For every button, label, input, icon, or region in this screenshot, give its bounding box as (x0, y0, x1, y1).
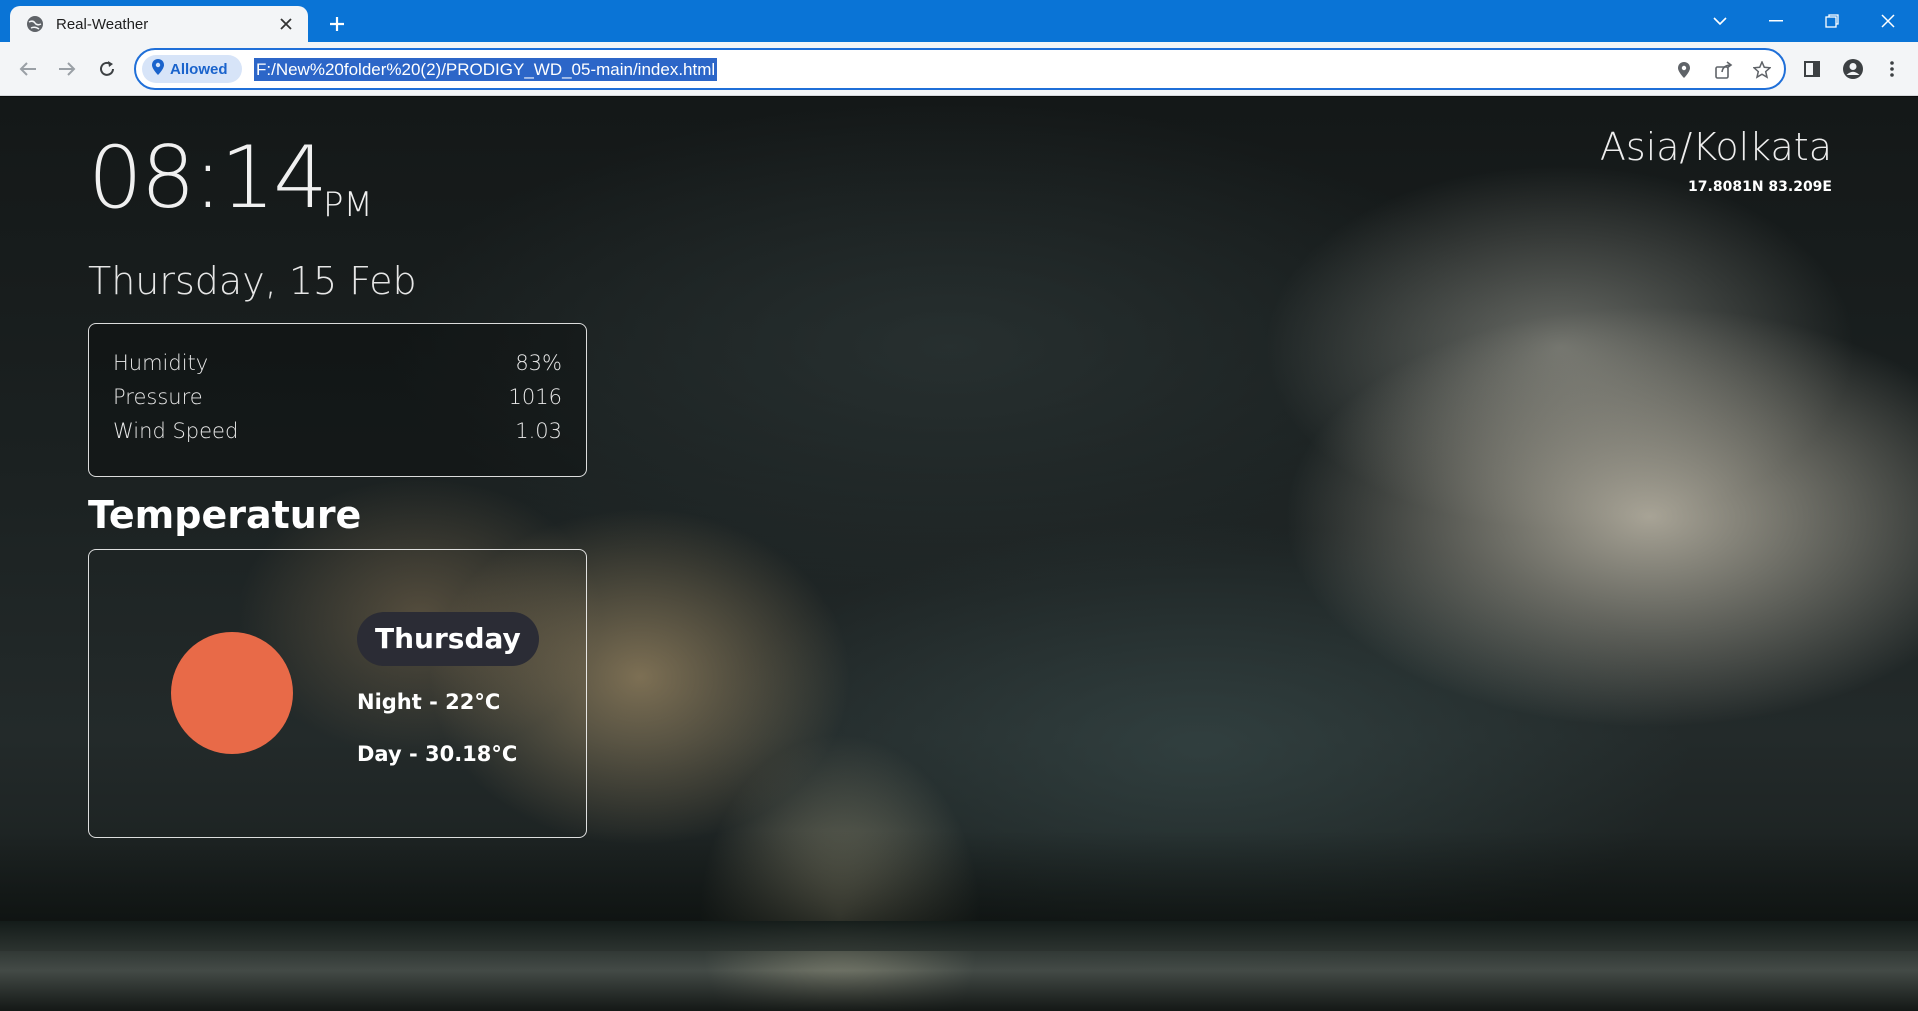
stat-value: 1016 (508, 385, 562, 409)
sun-icon (171, 632, 293, 754)
current-time: 08:14 (88, 128, 328, 228)
location-icon[interactable] (1670, 56, 1698, 84)
tab-title: Real-Weather (56, 15, 149, 33)
weather-page: 08:14 PM Thursday, 15 Feb Asia/Kolkata 1… (0, 97, 1918, 1011)
stat-value: 83% (515, 351, 562, 375)
day-temperature: Day - 30.18°C (357, 742, 518, 766)
tab-close-icon[interactable] (272, 10, 300, 38)
close-window-button[interactable] (1860, 0, 1916, 42)
stat-value: 1.03 (515, 419, 562, 443)
globe-icon (26, 15, 44, 33)
reload-button[interactable] (91, 53, 123, 85)
night-temperature: Night - 22°C (357, 690, 501, 714)
forward-button[interactable] (51, 53, 83, 85)
coordinates-label: 17.8081N 83.209E (1688, 179, 1832, 195)
menu-kebab-icon[interactable] (1877, 54, 1907, 84)
browser-toolbar: Allowed F:/New%20folder%20(2)/PRODIGY_WD… (0, 42, 1918, 96)
stat-row-wind-speed: Wind Speed 1.03 (113, 414, 562, 448)
forecast-card: Thursday Night - 22°C Day - 30.18°C (88, 549, 587, 838)
site-permission-label: Allowed (170, 60, 228, 78)
stat-label: Pressure (113, 385, 203, 409)
tab-search-chevron-icon[interactable] (1692, 0, 1748, 42)
timezone-label: Asia/Kolkata (1599, 125, 1832, 169)
browser-tab-strip: Real-Weather (0, 0, 1918, 42)
restore-button[interactable] (1804, 0, 1860, 42)
weather-stats-card: Humidity 83% Pressure 1016 Wind Speed 1.… (88, 323, 587, 477)
back-button[interactable] (12, 53, 44, 85)
forecast-day-badge: Thursday (357, 612, 539, 666)
am-pm-indicator: PM (323, 185, 373, 225)
side-panel-icon[interactable] (1797, 54, 1827, 84)
location-pin-icon (152, 59, 164, 79)
background-lake (0, 921, 1918, 1011)
address-bar[interactable]: Allowed F:/New%20folder%20(2)/PRODIGY_WD… (134, 48, 1786, 90)
minimize-button[interactable] (1748, 0, 1804, 42)
share-icon[interactable] (1710, 56, 1738, 84)
url-text[interactable]: F:/New%20folder%20(2)/PRODIGY_WD_05-main… (254, 58, 718, 81)
stat-label: Humidity (113, 351, 209, 375)
bookmark-star-icon[interactable] (1748, 56, 1776, 84)
stat-row-humidity: Humidity 83% (113, 346, 562, 380)
stat-row-pressure: Pressure 1016 (113, 380, 562, 414)
temperature-heading: Temperature (88, 493, 362, 537)
browser-tab[interactable]: Real-Weather (10, 6, 308, 42)
new-tab-button[interactable] (322, 9, 352, 39)
site-info-chip[interactable]: Allowed (142, 55, 242, 83)
current-date: Thursday, 15 Feb (88, 259, 417, 303)
stat-label: Wind Speed (113, 419, 239, 443)
profile-icon[interactable] (1838, 54, 1868, 84)
